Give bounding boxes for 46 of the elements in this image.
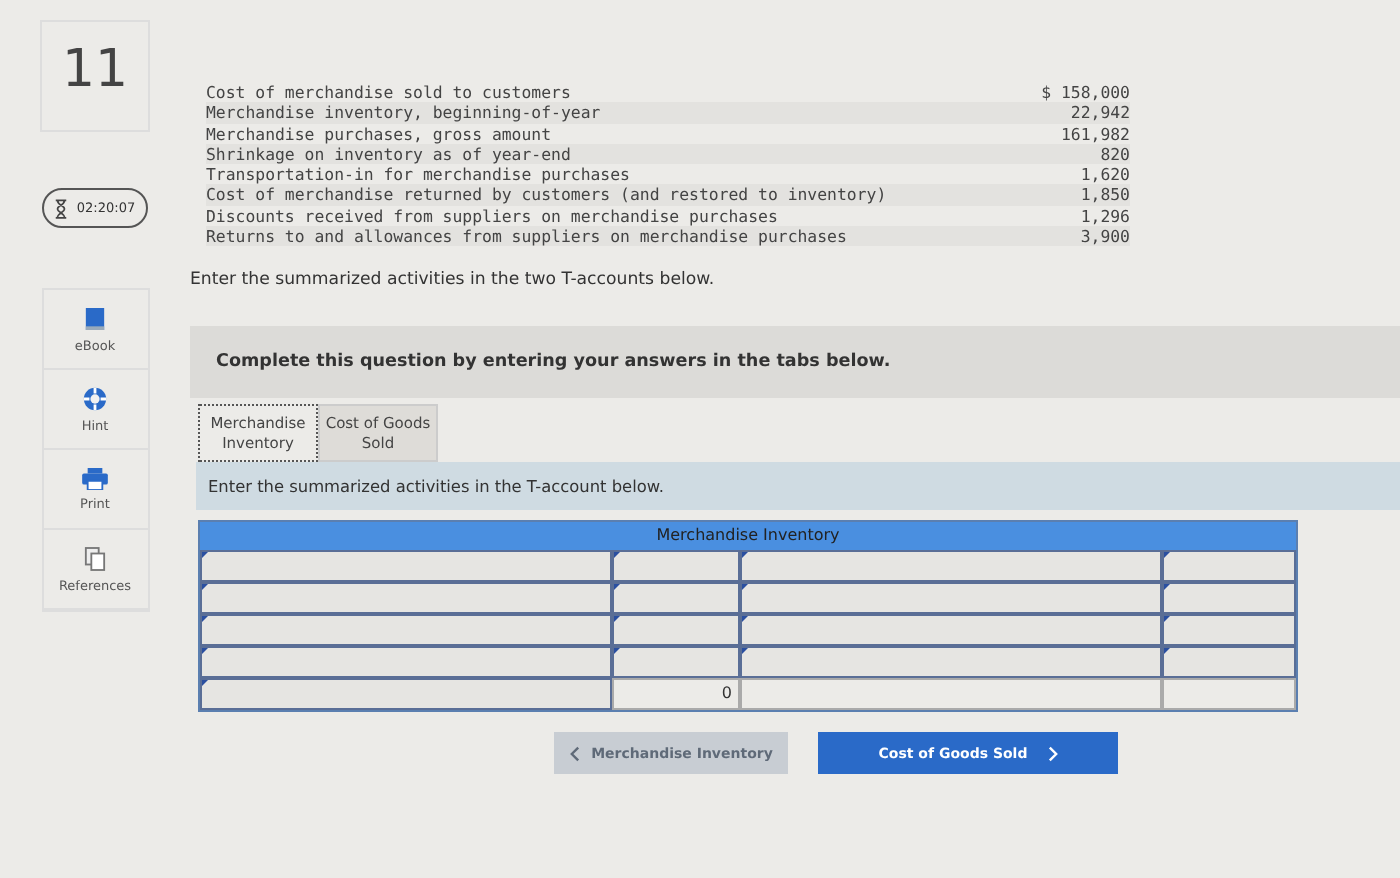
input-field[interactable] [611,550,740,583]
chevron-left-icon [569,745,580,762]
item-amount: 820 [1100,143,1130,165]
item-label: Shrinkage on inventory as of year-end [206,143,571,165]
item-label: Discounts received from suppliers on merchandise purchases [206,205,778,227]
hourglass-icon [54,197,69,219]
item-amount: 1,620 [1080,164,1130,185]
book-icon [84,305,106,331]
item-amount: 1,296 [1080,205,1130,227]
input-field[interactable] [1161,614,1296,647]
lifebuoy-icon [82,385,108,411]
printer-icon [82,467,108,489]
table-cell: 0 [611,678,740,711]
input-field[interactable] [739,646,1162,679]
input-field[interactable] [1161,646,1296,679]
input-field[interactable] [200,678,612,711]
item-label: Cost of merchandise sold to customers [206,82,571,103]
item-label: Transportation-in for merchandise purchases [206,164,630,185]
input-field[interactable] [611,582,740,615]
item-amount: 3,900 [1080,226,1130,247]
item-amount: 1,850 [1080,184,1130,206]
input-field[interactable] [611,614,740,647]
tab-instruction: Enter the summarized activities in the T-account below. [196,462,1400,511]
t-account-title: Merchandise Inventory [200,522,1296,551]
chevron-right-icon [1047,745,1058,762]
input-field[interactable] [200,614,612,647]
input-field[interactable] [739,550,1162,583]
input-field[interactable] [1161,582,1296,615]
input-field[interactable] [200,582,612,615]
input-field[interactable] [1161,550,1296,583]
input-field[interactable] [200,646,612,679]
item-label: Merchandise inventory, beginning-of-year [206,102,601,124]
instruction-text: Enter the summarized activities in the two T-accounts below. [190,270,717,291]
documents-icon [84,545,106,571]
input-field[interactable] [200,550,612,583]
item-label: Merchandise purchases, gross amount [206,123,552,144]
input-field[interactable] [739,614,1162,647]
item-amount: 22,942 [1070,102,1130,124]
input-field[interactable] [611,646,740,679]
item-amount: $ 158,000 [1041,82,1130,103]
item-amount: 161,982 [1060,123,1130,144]
input-field[interactable] [739,582,1162,615]
item-label: Returns to and allowances from suppliers on merchandise purchases [206,226,847,247]
item-label: Cost of merchandise returned by customers (and restored to inventory) [206,184,887,206]
instruction-banner: Complete this question by entering your answers in the tabs below. [190,326,1400,399]
question-number: 11 [40,20,150,132]
